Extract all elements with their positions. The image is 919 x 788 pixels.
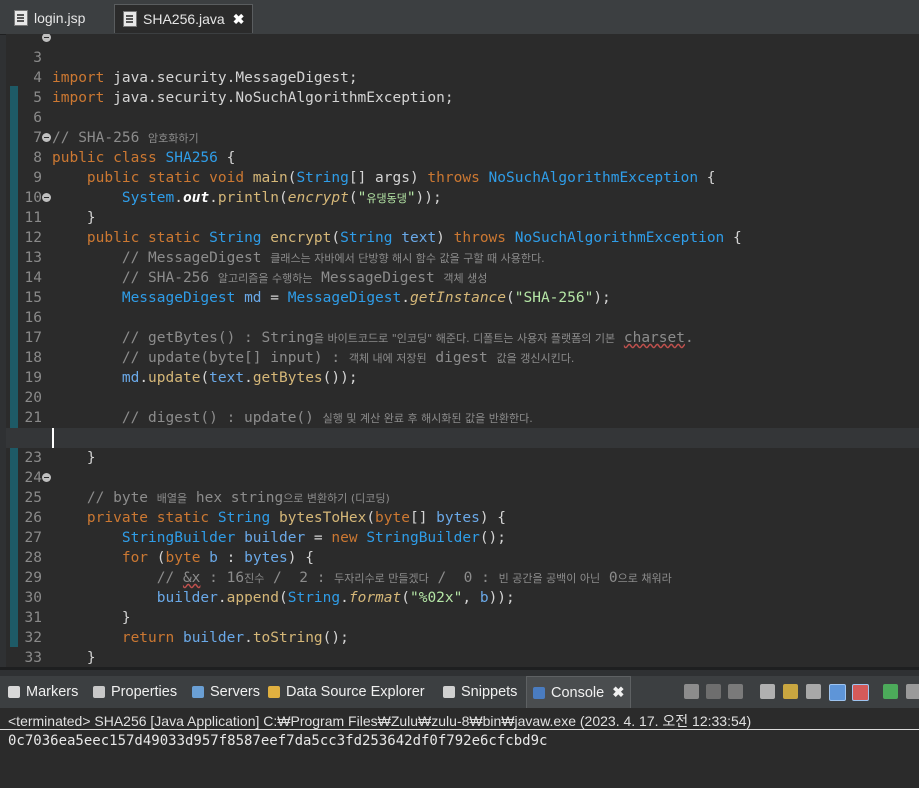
fold-icon[interactable] (42, 473, 51, 482)
code-line: 24 // byte 배열을 hex string으로 변환하기 (디코딩) (6, 448, 919, 506)
code-line: 13 // SHA-256 알고리즘을 수행하는 MessageDigest 객… (6, 228, 919, 286)
text-cursor (52, 428, 54, 448)
code-line: 9 System.out.println(encrypt("유댕동댕")); (6, 148, 919, 206)
tab-sha256-java[interactable]: SHA256.java ✖ (114, 4, 254, 33)
tab-properties[interactable]: Properties (93, 676, 177, 708)
code-line: 16 // getBytes() : String을 바이트코드로 "인코딩" … (6, 288, 919, 346)
clear-console-icon[interactable] (760, 684, 775, 699)
fold-icon[interactable] (42, 133, 51, 142)
properties-icon (93, 686, 105, 698)
code-line: 8 public static void main(String[] args)… (6, 128, 919, 186)
code-line: 29 builder.append(String.format("%02x", … (24, 570, 515, 606)
code-editor[interactable]: 3 import java.security.MessageDigest; 4 … (6, 34, 919, 667)
console-icon (533, 687, 545, 699)
code-line: 7 public class SHA256 { (33, 130, 236, 166)
code-line: 4 import java.security.NoSuchAlgorithmEx… (33, 70, 454, 106)
remove-launch-icon[interactable] (706, 684, 721, 699)
java-file-icon (123, 11, 137, 27)
show-console-on-error-icon[interactable] (852, 684, 869, 701)
tab-snippets[interactable]: Snippets (443, 676, 517, 708)
horizontal-scrollbar[interactable] (0, 667, 919, 670)
console-view[interactable]: <terminated> SHA256 [Java Application] C… (0, 708, 919, 788)
divider (0, 729, 919, 730)
console-output: 0c7036ea5eec157d49033d957f8587eef7da5cc3… (8, 733, 548, 749)
code-line: 27 for (byte b : bytes) { (24, 530, 314, 566)
close-icon[interactable]: ✖ (233, 11, 245, 28)
show-console-on-output-icon[interactable] (829, 684, 846, 701)
tab-login-jsp[interactable]: login.jsp (8, 4, 91, 32)
code-line: 19 (24, 370, 42, 386)
code-line: 10 } (24, 190, 96, 226)
tab-data-source-explorer[interactable]: Data Source Explorer (268, 676, 425, 708)
markers-icon (8, 686, 20, 698)
code-line: 28 // &x : 16진수 / 2 : 두자리수로 만들겠다 / 0 : 빈… (6, 528, 919, 586)
code-line: 30 } (24, 590, 131, 626)
word-wrap-icon[interactable] (806, 684, 821, 699)
code-line: 33 } (24, 650, 42, 666)
editor-tab-bar: login.jsp SHA256.java ✖ (0, 0, 919, 35)
tab-label: login.jsp (34, 10, 86, 26)
fold-icon[interactable] (42, 34, 51, 42)
code-line: 12 // MessageDigest 클래스는 자바에서 단방향 해시 함수 … (6, 208, 919, 266)
code-line: 26 StringBuilder builder = new StringBui… (24, 510, 507, 546)
code-line: 22 } (6, 408, 919, 466)
current-code-line[interactable]: 23 (6, 428, 919, 466)
code-line: 34 (6, 648, 919, 667)
tab-markers[interactable]: Markers (8, 676, 78, 708)
close-icon[interactable]: ✖ (612, 685, 624, 701)
pin-console-icon[interactable] (883, 684, 898, 699)
code-line: 15 (24, 290, 42, 306)
bottom-panel-tabs: Markers Properties Servers Data Source E… (0, 676, 919, 710)
tab-label: SHA256.java (143, 11, 225, 27)
display-console-icon[interactable] (906, 684, 919, 699)
code-line: 14 MessageDigest md = MessageDigest.getI… (24, 270, 611, 306)
tab-console[interactable]: Console ✖ (526, 676, 632, 710)
code-line: 21 return bytesToHex(md.digest()); (6, 388, 919, 446)
code-line: 11 public static String encrypt(String t… (6, 188, 919, 246)
code-line: 17 // update(byte[] input) : 객체 내에 저장된 d… (6, 308, 919, 366)
code-line: 18 md.update(text.getBytes()); (24, 350, 358, 386)
code-line: 6 // SHA-256 암호화하기 (6, 88, 919, 146)
console-status: <terminated> SHA256 [Java Application] C… (8, 713, 752, 729)
tab-servers[interactable]: Servers (192, 676, 260, 708)
terminate-icon[interactable] (684, 684, 699, 699)
remove-all-terminated-icon[interactable] (728, 684, 743, 699)
database-icon (268, 686, 280, 698)
code-line: 3 import java.security.MessageDigest; (6, 34, 919, 86)
code-line: 32 } (24, 630, 96, 666)
fold-icon[interactable] (42, 193, 51, 202)
code-line: 25 private static String bytesToHex(byte… (6, 468, 919, 526)
snippets-icon (443, 686, 455, 698)
scroll-lock-icon[interactable] (783, 684, 798, 699)
servers-icon (192, 686, 204, 698)
file-icon (14, 10, 28, 26)
code-line: 5 (33, 90, 42, 106)
code-line: 31 return builder.toString(); (24, 610, 349, 646)
code-line: 20 // digest() : update() 실행 및 계산 완료 후 해… (6, 368, 919, 426)
